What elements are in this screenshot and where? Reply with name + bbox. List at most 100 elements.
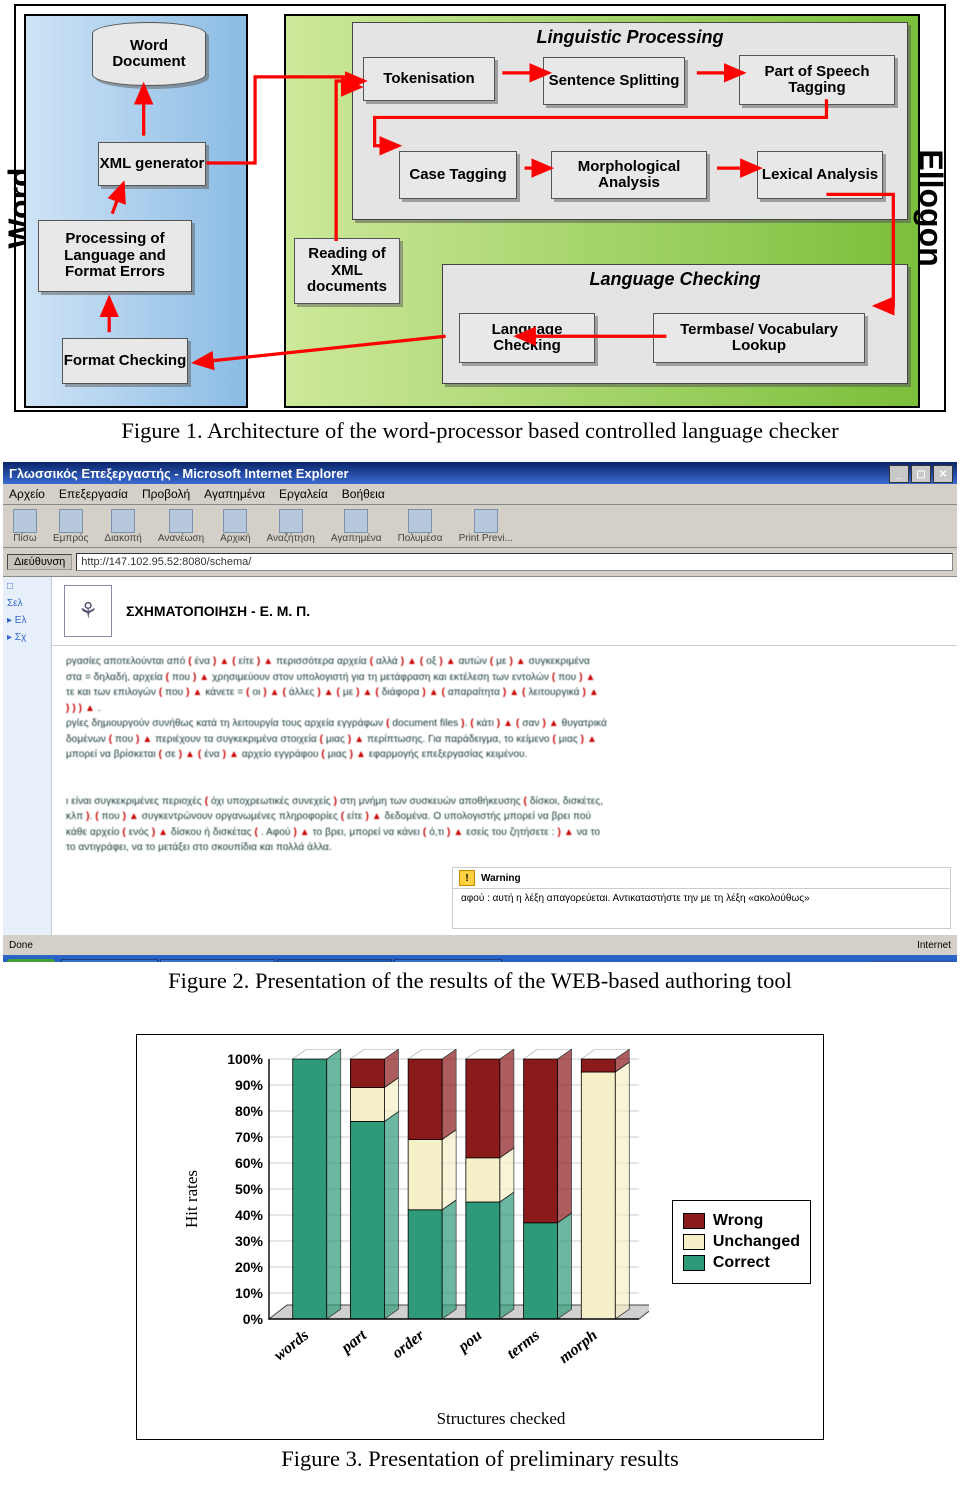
print-preview-button[interactable]: Print Previ...: [453, 509, 519, 544]
refresh-button[interactable]: Ανανέωση: [152, 509, 210, 544]
home-button[interactable]: Αρχική: [214, 509, 256, 544]
svg-text:terms: terms: [504, 1327, 543, 1363]
window-title: Γλωσσικός Επεξεργαστής - Microsoft Inter…: [9, 466, 349, 481]
word-document-node: Word Document: [92, 22, 206, 86]
stop-button[interactable]: Διακοπή: [98, 509, 147, 544]
media-button[interactable]: Πολυμέσα: [392, 509, 449, 544]
svg-text:100%: 100%: [227, 1051, 263, 1067]
taskbar-item[interactable]: Deleted Items - Micr...: [160, 959, 275, 963]
svg-text:80%: 80%: [235, 1103, 264, 1119]
ellogon-panel: Reading of XML documents Linguistic Proc…: [284, 14, 920, 408]
word-panel: Word Document XML generator Processing o…: [24, 14, 248, 408]
stop-icon: [111, 509, 135, 533]
taskbar-item[interactable]: Γλωσσικός Επεξεργ...: [277, 959, 392, 963]
linguistic-processing-group: Linguistic Processing Tokenisation Sente…: [352, 22, 908, 220]
figure-1-diagram: Word Word Document XML generator Process…: [14, 4, 946, 412]
legend-swatch-correct: [683, 1255, 705, 1271]
language-checking-group: Language Checking Language Checking Term…: [442, 264, 908, 384]
figure-3-chart: Hit rates 0%10%20%30%40%50%60%70%80%90%1…: [136, 1034, 824, 1440]
figure-2-screenshot: Γλωσσικός Επεξεργαστής - Microsoft Inter…: [3, 462, 957, 962]
forward-icon: [59, 509, 83, 533]
figure-3-caption: Figure 3. Presentation of preliminary re…: [0, 1446, 960, 1472]
logo-icon: ⚘: [64, 585, 112, 637]
sentence-splitting-node: Sentence Splitting: [543, 57, 685, 105]
legend: Wrong Unchanged Correct: [672, 1200, 811, 1284]
sidebar-item[interactable]: ▸ Ελ: [7, 615, 47, 626]
home-icon: [223, 509, 247, 533]
figure-1-caption: Figure 1. Architecture of the word-proce…: [0, 418, 960, 444]
linguistic-processing-title: Linguistic Processing: [353, 27, 907, 48]
address-input[interactable]: [76, 553, 953, 571]
svg-text:pou: pou: [454, 1327, 486, 1357]
sidebar-item[interactable]: Σελ: [7, 598, 47, 609]
address-bar: Διεύθυνση: [3, 548, 957, 577]
menu-view[interactable]: Προβολή: [142, 487, 190, 501]
start-button[interactable]: start: [7, 959, 55, 962]
y-axis-label: Hit rates: [182, 1170, 202, 1228]
tokenisation-node: Tokenisation: [363, 57, 495, 101]
termbase-node: Termbase/ Vocabulary Lookup: [653, 313, 865, 363]
back-button[interactable]: Πίσω: [7, 509, 43, 544]
svg-text:order: order: [389, 1326, 428, 1362]
reading-xml-node: Reading of XML documents: [294, 238, 400, 304]
svg-text:90%: 90%: [235, 1077, 264, 1093]
format-checking-node: Format Checking: [62, 338, 188, 384]
svg-text:morph: morph: [556, 1327, 601, 1367]
taskbar-item[interactable]: Microsoft Word - 2...: [394, 959, 502, 963]
svg-text:words: words: [271, 1327, 312, 1364]
minimize-button[interactable]: _: [889, 465, 909, 483]
menu-help[interactable]: Βοήθεια: [342, 487, 385, 501]
status-right: Internet: [917, 940, 951, 951]
search-button[interactable]: Αναζήτηση: [261, 509, 321, 544]
language-checking-title: Language Checking: [443, 269, 907, 290]
xml-generator-node: XML generator: [98, 142, 206, 186]
svg-text:50%: 50%: [235, 1181, 264, 1197]
system-tray: EN 🔊 1:13 μμ: [871, 960, 953, 963]
sidebar: □ Σελ ▸ Ελ ▸ Σχ: [3, 577, 52, 935]
greek-text-body: ργασίες αποτελούνται από ( ένα ) ▲ ( είτ…: [52, 646, 957, 864]
status-left: Done: [9, 940, 33, 951]
close-button[interactable]: ✕: [933, 465, 953, 483]
search-icon: [279, 509, 303, 533]
menu-bar: Αρχείο Επεξεργασία Προβολή Αγαπημένα Εργ…: [3, 484, 957, 505]
x-axis-label: Structures checked: [191, 1409, 811, 1429]
warning-header-text: Warning: [481, 873, 521, 884]
favorites-button[interactable]: Αγαπημένα: [325, 509, 388, 544]
menu-file[interactable]: Αρχείο: [9, 487, 45, 501]
legend-swatch-unchanged: [683, 1234, 705, 1250]
pos-tagging-node: Part of Speech Tagging: [739, 55, 895, 105]
svg-text:20%: 20%: [235, 1259, 264, 1275]
sidebar-item[interactable]: ▸ Σχ: [7, 632, 47, 643]
maximize-button[interactable]: ▢: [911, 465, 931, 483]
legend-label-unchanged: Unchanged: [713, 1233, 800, 1251]
morphological-node: Morphological Analysis: [551, 151, 707, 199]
svg-text:part: part: [337, 1326, 370, 1357]
svg-text:70%: 70%: [235, 1129, 264, 1145]
menu-edit[interactable]: Επεξεργασία: [59, 487, 128, 501]
media-icon: [408, 509, 432, 533]
window-title-bar: Γλωσσικός Επεξεργαστής - Microsoft Inter…: [3, 462, 957, 484]
refresh-icon: [169, 509, 193, 533]
warning-icon: !: [459, 870, 475, 886]
star-icon: [344, 509, 368, 533]
print-icon: [474, 509, 498, 533]
language-checking-node: Language Checking: [459, 313, 595, 363]
svg-text:0%: 0%: [243, 1311, 264, 1327]
ellogon-label: Ellogon: [912, 149, 949, 266]
back-icon: [13, 509, 37, 533]
forward-button[interactable]: Εμπρός: [47, 509, 94, 544]
sidebar-item[interactable]: □: [7, 581, 47, 592]
legend-swatch-wrong: [683, 1213, 705, 1229]
legend-label-wrong: Wrong: [713, 1212, 763, 1230]
svg-text:30%: 30%: [235, 1233, 264, 1249]
taskbar: start Εξερεύνηση - Μ... Deleted Items - …: [3, 955, 957, 962]
legend-label-correct: Correct: [713, 1254, 770, 1272]
menu-favorites[interactable]: Αγαπημένα: [204, 487, 265, 501]
doc-title: ΣΧΗΜΑΤΟΠΟΙΗΣΗ - Ε. Μ. Π.: [126, 603, 310, 619]
processing-errors-node: Processing of Language and Format Errors: [38, 220, 192, 292]
menu-tools[interactable]: Εργαλεία: [279, 487, 328, 501]
taskbar-item[interactable]: Εξερεύνηση - Μ...: [61, 959, 158, 963]
status-bar: Done Internet: [3, 935, 957, 955]
warning-panel: !Warning αφού : αυτή η λέξη απαγορεύεται…: [452, 867, 951, 929]
lexical-analysis-node: Lexical Analysis: [757, 151, 883, 199]
